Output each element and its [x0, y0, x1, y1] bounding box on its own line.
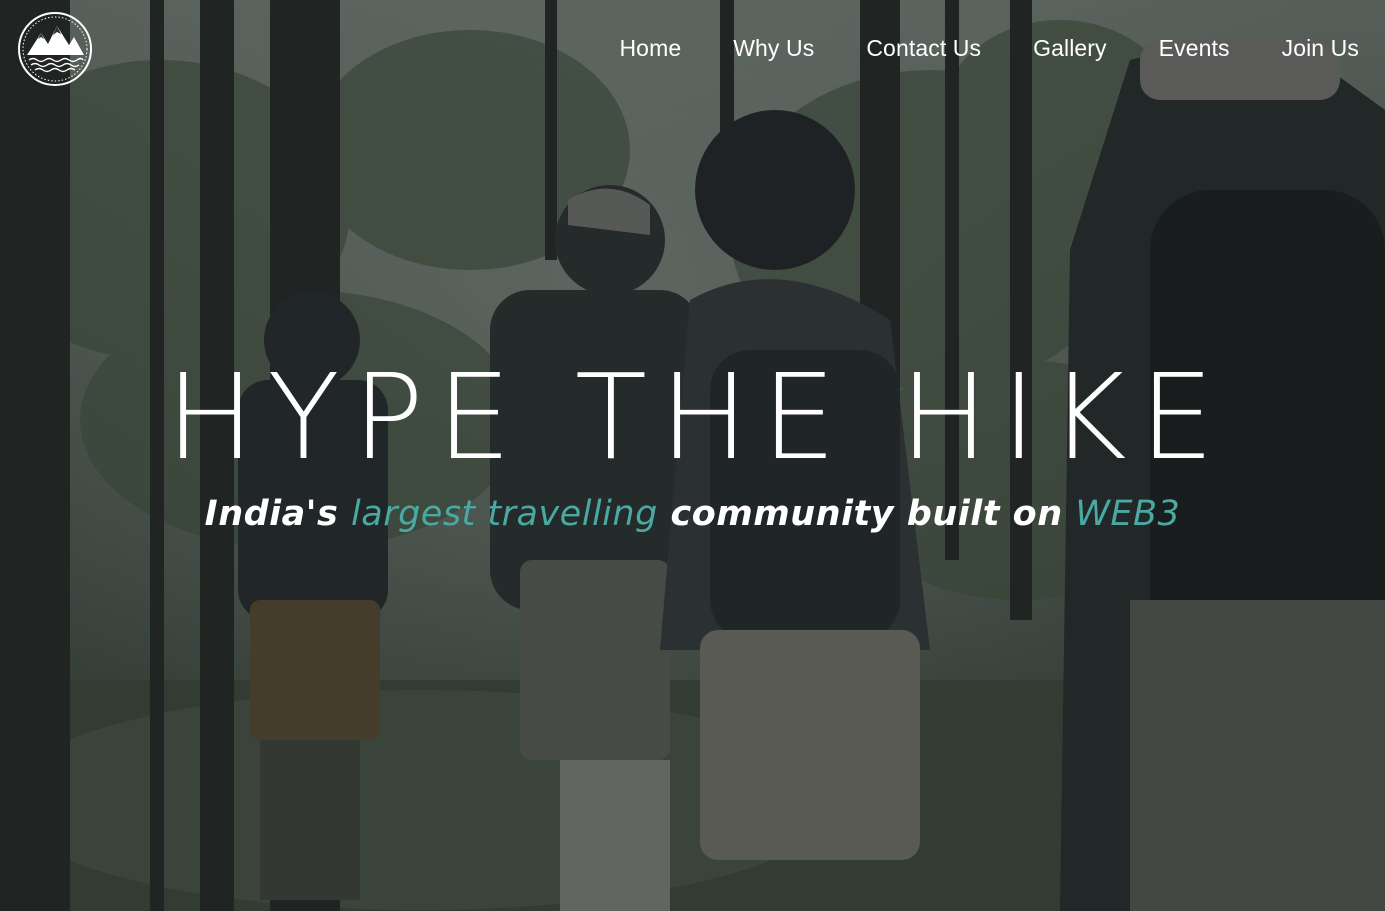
hero-headline: HYPE THE HIKE — [165, 348, 1228, 486]
nav-link-home[interactable]: Home — [619, 34, 681, 62]
hero-tagline: India's largest travelling community bui… — [0, 491, 1385, 537]
site-logo[interactable] — [17, 11, 93, 87]
tagline-part-web3: WEB3 — [1075, 494, 1181, 534]
tagline-part-largest-travelling: largest travelling — [351, 494, 658, 534]
nav-link-join-us[interactable]: Join Us — [1282, 34, 1359, 62]
main-nav: Home Why Us Contact Us Gallery Events Jo… — [619, 34, 1359, 62]
nav-link-why-us[interactable]: Why Us — [733, 34, 814, 62]
nav-link-contact-us[interactable]: Contact Us — [866, 34, 981, 62]
mountain-waves-logo-icon — [18, 12, 92, 86]
hero-section: Home Why Us Contact Us Gallery Events Jo… — [0, 0, 1385, 911]
nav-link-events[interactable]: Events — [1159, 34, 1230, 62]
tagline-part-india: India's — [204, 494, 352, 534]
tagline-part-community: community built on — [657, 494, 1076, 534]
nav-link-gallery[interactable]: Gallery — [1033, 34, 1107, 62]
